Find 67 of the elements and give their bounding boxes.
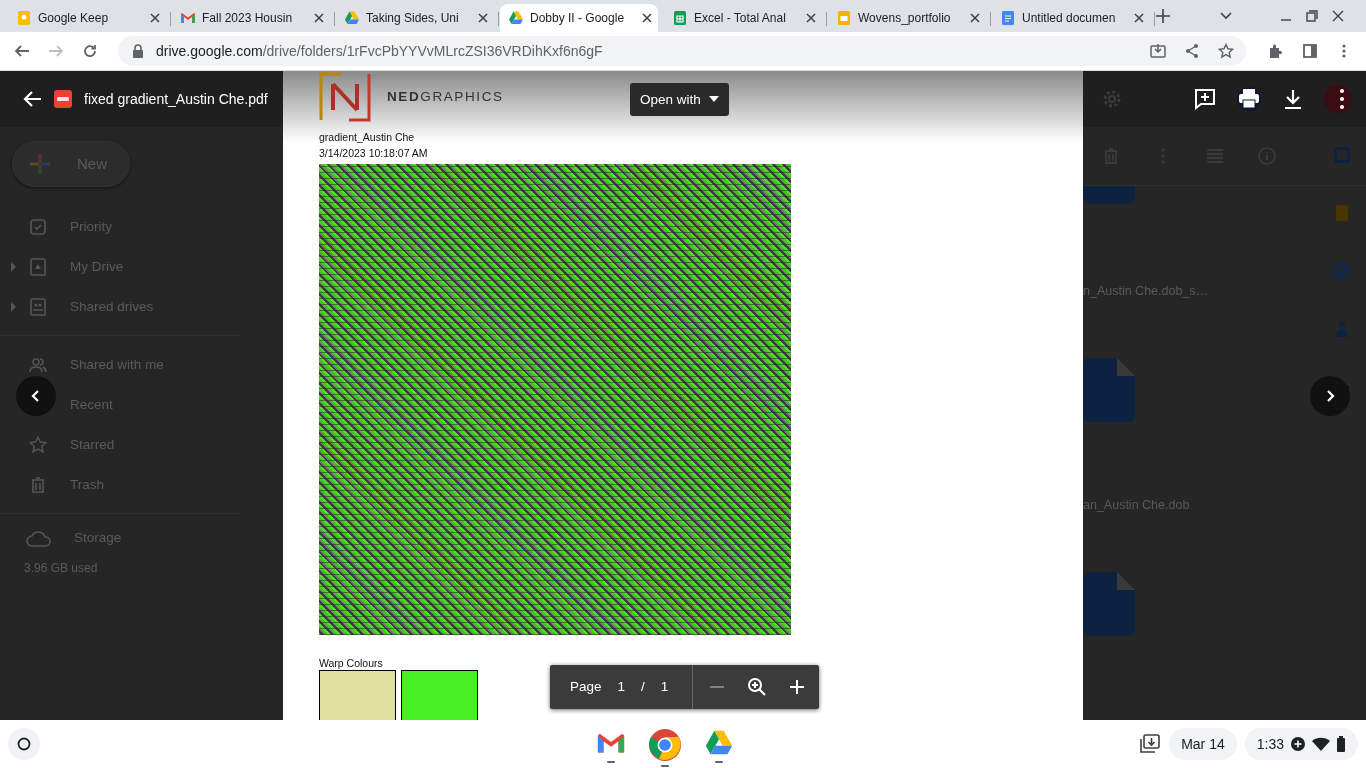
close-icon[interactable] bbox=[806, 13, 816, 23]
file-name: fixed gradient_Austin Che.pdf bbox=[84, 90, 268, 107]
document-icon bbox=[1000, 10, 1016, 26]
plus-icon bbox=[29, 152, 51, 175]
file-icon bbox=[1083, 571, 1135, 636]
checkbox-icon bbox=[28, 216, 48, 237]
mail-icon bbox=[180, 10, 196, 26]
close-icon[interactable] bbox=[150, 13, 160, 23]
zoom-icon[interactable] bbox=[747, 676, 768, 697]
lock-icon bbox=[130, 42, 146, 59]
wifi-icon bbox=[1312, 737, 1330, 752]
drive-icon bbox=[344, 10, 360, 26]
chevron-left-icon bbox=[30, 388, 42, 403]
page-separator: / bbox=[640, 679, 646, 695]
shared-drive-icon bbox=[28, 296, 48, 317]
screenshot-icon[interactable] bbox=[1139, 734, 1162, 755]
caret-icon bbox=[708, 96, 719, 103]
url-text: drive.google.com/drive/folders/1rFvcPbYYVvMLrcZSI36VRDihKxf6n6gF bbox=[156, 42, 604, 59]
reload-icon[interactable] bbox=[82, 42, 98, 59]
close-icon[interactable] bbox=[1134, 13, 1144, 23]
browser-tab[interactable]: Dobby II - Google bbox=[500, 4, 658, 32]
chevron-down-icon[interactable] bbox=[1220, 12, 1232, 20]
back-icon[interactable] bbox=[14, 42, 30, 59]
page-total: 1 bbox=[659, 679, 670, 695]
drive-folder-icon bbox=[28, 256, 48, 277]
page-number-field[interactable]: 1 bbox=[609, 679, 634, 695]
keep-icon bbox=[16, 10, 32, 26]
address-field[interactable]: drive.google.com/drive/folders/1rFvcPbYYVvMLrcZSI36VRDihKxf6n6gF bbox=[118, 35, 1246, 66]
new-tab-icon[interactable] bbox=[1156, 9, 1170, 23]
side-panel-icon[interactable] bbox=[1302, 42, 1318, 59]
battery-icon bbox=[1336, 736, 1346, 753]
drive-icon bbox=[508, 10, 524, 26]
add-comment-icon[interactable] bbox=[1194, 87, 1216, 110]
back-icon[interactable] bbox=[22, 89, 42, 108]
add-circle-icon bbox=[1290, 736, 1306, 753]
slides-icon bbox=[836, 10, 852, 26]
spreadsheet-icon bbox=[672, 10, 688, 26]
logo-icon bbox=[319, 71, 371, 122]
chevron-right-icon bbox=[1324, 388, 1336, 403]
cloud-icon bbox=[26, 528, 52, 547]
logo-text: NED GRAPHICS bbox=[387, 89, 504, 105]
share-icon[interactable] bbox=[1184, 42, 1200, 59]
date-button[interactable]: Mar 14 bbox=[1169, 728, 1237, 761]
open-with-button[interactable]: Open with bbox=[630, 82, 729, 116]
warp-colours-label: Warp Colours bbox=[319, 656, 384, 669]
status-area[interactable]: 1:33 bbox=[1244, 728, 1358, 761]
page-label: Page bbox=[569, 679, 603, 695]
launcher-button[interactable] bbox=[8, 728, 40, 761]
pdf-icon bbox=[54, 89, 72, 108]
star-icon bbox=[28, 434, 48, 455]
puzzle-icon[interactable] bbox=[1268, 42, 1284, 59]
more-icon[interactable] bbox=[1324, 83, 1352, 114]
print-icon[interactable] bbox=[1236, 86, 1262, 111]
close-icon[interactable] bbox=[1332, 10, 1344, 22]
restore-icon[interactable] bbox=[1306, 10, 1318, 22]
file-icon bbox=[1083, 357, 1135, 422]
document-title: gradient_Austin Che bbox=[319, 129, 416, 145]
task-check-icon[interactable] bbox=[1332, 260, 1352, 281]
close-icon[interactable] bbox=[314, 13, 324, 23]
close-icon[interactable] bbox=[642, 13, 652, 23]
close-icon[interactable] bbox=[478, 13, 488, 23]
download-icon[interactable] bbox=[1282, 87, 1304, 110]
document-date: 3/14/2023 10:18:07 AM bbox=[319, 145, 429, 161]
close-icon[interactable] bbox=[970, 13, 980, 23]
install-icon[interactable] bbox=[1150, 42, 1166, 59]
star-icon[interactable] bbox=[1218, 42, 1234, 59]
circle-icon bbox=[17, 737, 31, 752]
